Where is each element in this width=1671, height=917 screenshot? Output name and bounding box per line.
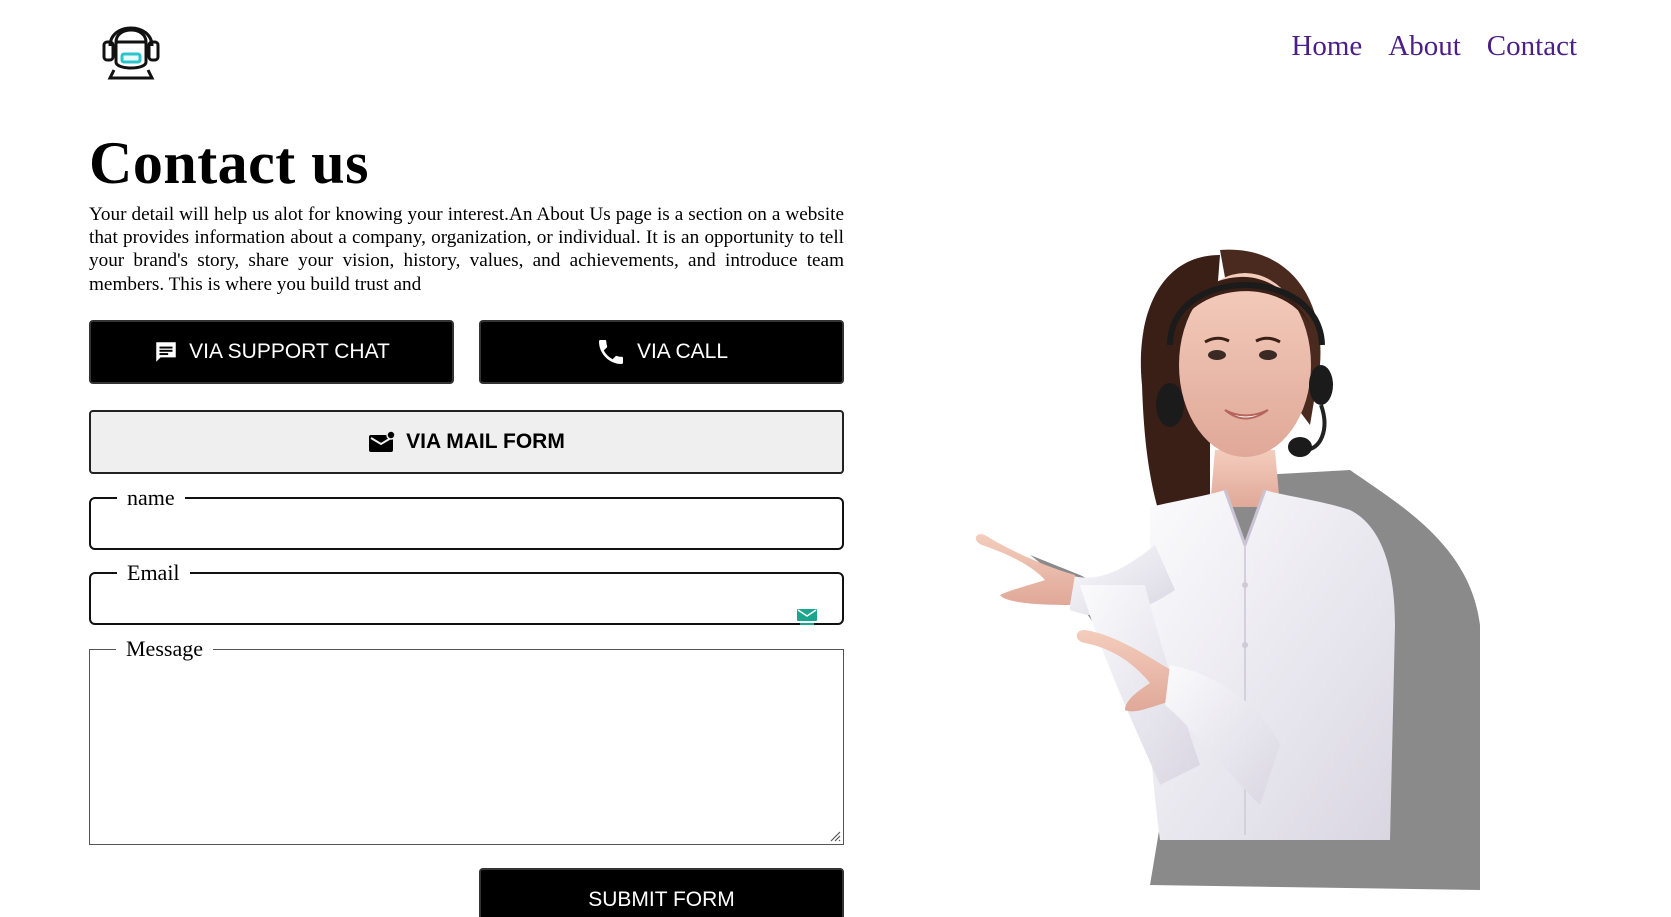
message-textarea[interactable]: [104, 662, 829, 842]
message-field: Message: [89, 636, 844, 845]
support-chat-label: VIA SUPPORT CHAT: [189, 340, 390, 363]
phone-icon: [598, 340, 623, 364]
nav-home[interactable]: Home: [1291, 30, 1362, 63]
chat-icon: [156, 342, 176, 362]
resize-handle-icon[interactable]: [829, 830, 841, 842]
page-title: Contact us: [89, 130, 370, 196]
call-label: VIA CALL: [636, 340, 729, 363]
nav-contact[interactable]: Contact: [1487, 30, 1577, 63]
logo[interactable]: [96, 12, 166, 80]
name-input[interactable]: [105, 511, 828, 545]
nav-about[interactable]: About: [1388, 30, 1461, 63]
main-nav: Home About Contact: [1291, 30, 1577, 63]
email-input[interactable]: [105, 586, 828, 620]
submit-button[interactable]: SUBMIT FORM: [479, 868, 844, 917]
name-field: name: [89, 485, 844, 550]
mail-form-button[interactable]: VIA MAIL FORM: [89, 410, 844, 474]
support-agent-headset-icon: [102, 26, 160, 80]
support-agent-woman-with-headset-photo: [975, 249, 1480, 890]
call-button[interactable]: VIA CALL: [479, 320, 844, 384]
email-autofill-icon[interactable]: [796, 608, 818, 626]
message-legend: Message: [126, 636, 203, 661]
intro-paragraph: Your detail will help us alot for knowin…: [89, 204, 844, 295]
mail-icon: [369, 430, 396, 452]
email-legend: Email: [127, 560, 180, 585]
email-field: Email: [89, 560, 844, 625]
name-legend: name: [127, 485, 175, 510]
support-chat-button[interactable]: VIA SUPPORT CHAT: [89, 320, 454, 384]
mail-form-label: VIA MAIL FORM: [406, 430, 565, 453]
